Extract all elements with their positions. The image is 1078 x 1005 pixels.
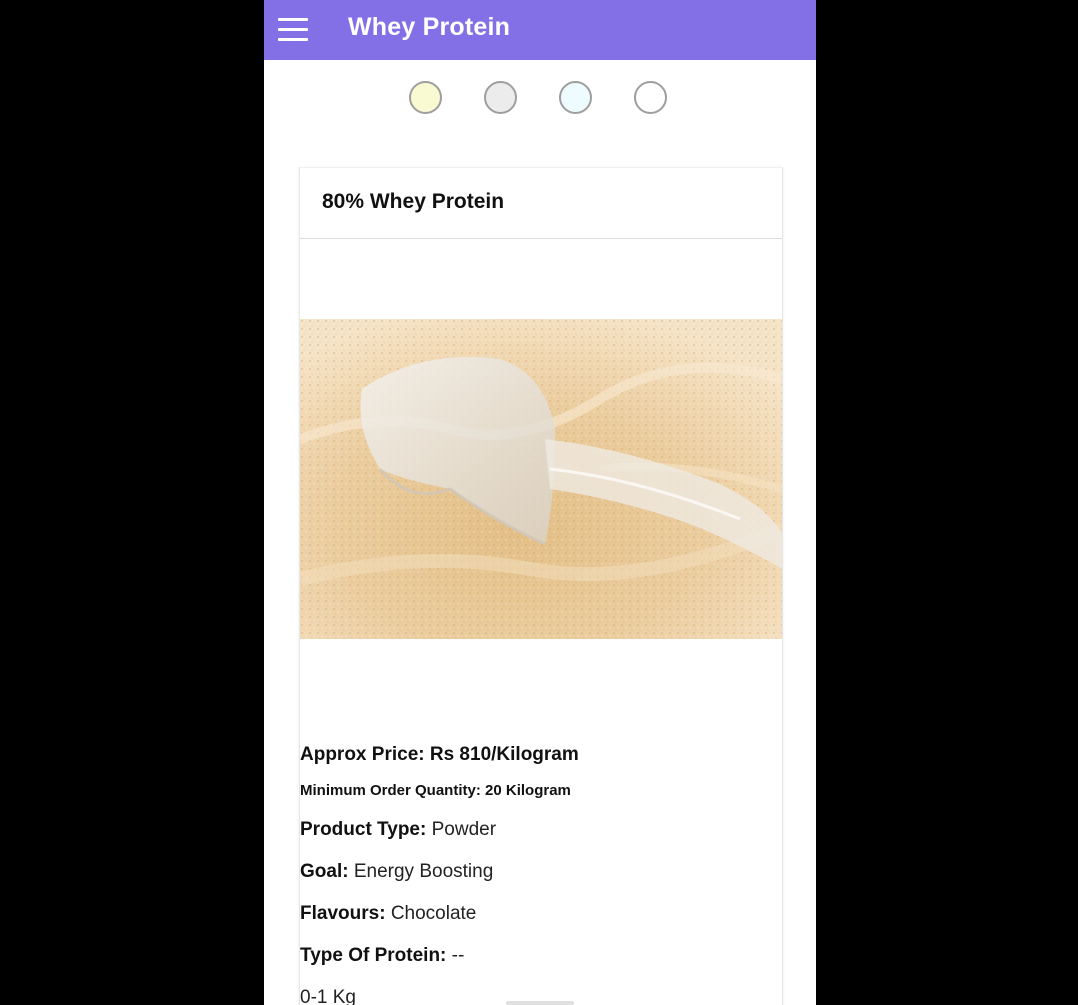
spec-label: Type Of Protein:: [300, 945, 447, 966]
spec-label: Goal:: [300, 861, 349, 882]
hamburger-menu-icon[interactable]: [278, 18, 308, 42]
spec-value: 0-1 Kg: [300, 987, 356, 1005]
app-bar: Whey Protein: [264, 0, 816, 60]
product-card: 80% Whey Protein Approx Price: Rs 810/Ki…: [299, 167, 783, 1005]
home-indicator: [506, 1001, 574, 1005]
minimum-order-quantity: Minimum Order Quantity: 20 Kilogram: [300, 782, 571, 799]
product-card-header: 80% Whey Protein: [300, 168, 782, 239]
whey-powder-scoop-image: [300, 319, 782, 639]
color-swatch-selector: [264, 81, 816, 115]
spec-product-type: Product Type: Powder: [300, 819, 496, 841]
product-image[interactable]: [300, 319, 782, 639]
approx-price: Approx Price: Rs 810/Kilogram: [300, 744, 579, 765]
swatch-pale-blue[interactable]: [559, 81, 592, 114]
spec-value: Powder: [431, 819, 497, 840]
spec-type-of-protein: Type Of Protein: --: [300, 945, 464, 967]
spec-flavours: Flavours: Chocolate: [300, 903, 476, 925]
swatch-white[interactable]: [634, 81, 667, 114]
spec-label: Flavours:: [300, 903, 386, 924]
swatch-light-grey[interactable]: [484, 81, 517, 114]
spec-label: Product Type:: [300, 819, 427, 840]
app-title: Whey Protein: [348, 13, 511, 41]
spec-value: Energy Boosting: [353, 861, 494, 882]
spec-pack-size: 0-1 Kg: [300, 987, 356, 1005]
phone-screen: Whey Protein 80% Whey Protein Approx Pri…: [264, 0, 816, 1005]
spec-value: --: [451, 945, 465, 966]
swatch-cream[interactable]: [409, 81, 442, 114]
product-title: 80% Whey Protein: [322, 190, 505, 213]
spec-goal: Goal: Energy Boosting: [300, 861, 493, 883]
spec-value: Chocolate: [390, 903, 477, 924]
